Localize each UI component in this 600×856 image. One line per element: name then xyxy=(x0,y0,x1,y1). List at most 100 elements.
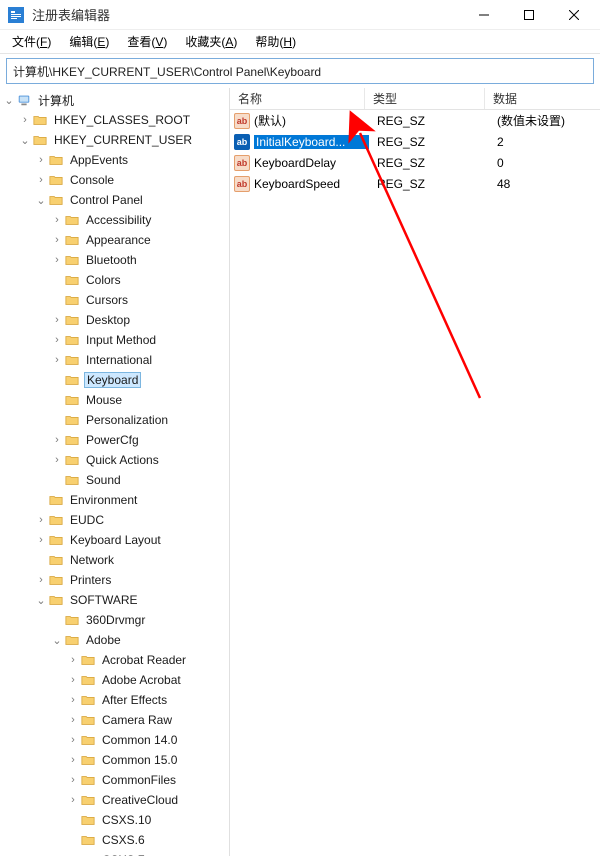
value-row[interactable]: ab(默认)REG_SZ(数值未设置) xyxy=(230,110,600,131)
tree-environment[interactable]: ›Environment xyxy=(34,490,229,510)
chevron-right-icon[interactable]: › xyxy=(34,174,48,186)
folder-icon xyxy=(32,132,48,148)
tree-label: Sound xyxy=(84,473,123,487)
tree-appearance[interactable]: ›Appearance xyxy=(50,230,229,250)
tree-creativecloud[interactable]: ›CreativeCloud xyxy=(66,790,229,810)
tree-acroreader[interactable]: ›Acrobat Reader xyxy=(66,650,229,670)
tree-label: Desktop xyxy=(84,313,132,327)
tree-label: International xyxy=(84,353,154,367)
chevron-right-icon[interactable]: › xyxy=(66,734,80,746)
tree-colors[interactable]: ›Colors xyxy=(50,270,229,290)
tree-printers[interactable]: ›Printers xyxy=(34,570,229,590)
menu-view[interactable]: 查看(V) xyxy=(121,31,173,52)
chevron-right-icon[interactable]: › xyxy=(66,694,80,706)
tree-adobe[interactable]: ⌄Adobe xyxy=(50,630,229,650)
tree-personalization[interactable]: ›Personalization xyxy=(50,410,229,430)
menu-file[interactable]: 文件(F) xyxy=(6,31,57,52)
chevron-right-icon[interactable]: › xyxy=(34,534,48,546)
main: ⌄ 计算机 › HKEY_CLASSES_ROOT ⌄ HKEY_CURRENT… xyxy=(0,88,600,856)
tree-hkcr[interactable]: › HKEY_CLASSES_ROOT xyxy=(18,110,229,130)
tree-sound[interactable]: ›Sound xyxy=(50,470,229,490)
column-name[interactable]: 名称 xyxy=(230,88,365,109)
tree-hkcu[interactable]: ⌄ HKEY_CURRENT_USER xyxy=(18,130,229,150)
chevron-right-icon[interactable]: › xyxy=(34,154,48,166)
tree-aftereffects[interactable]: ›After Effects xyxy=(66,690,229,710)
chevron-right-icon[interactable]: › xyxy=(66,794,80,806)
maximize-button[interactable] xyxy=(506,1,551,29)
tree-powercfg[interactable]: ›PowerCfg xyxy=(50,430,229,450)
tree-desktop[interactable]: › Desktop xyxy=(50,310,229,330)
string-value-icon: ab xyxy=(234,176,250,192)
chevron-right-icon[interactable]: › xyxy=(50,314,64,326)
folder-icon xyxy=(80,652,96,668)
tree-bluetooth[interactable]: › Bluetooth xyxy=(50,250,229,270)
chevron-down-icon[interactable]: ⌄ xyxy=(50,634,64,647)
tree-computer[interactable]: ⌄ 计算机 xyxy=(2,90,229,110)
chevron-right-icon[interactable]: › xyxy=(66,654,80,666)
tree-360drvmgr[interactable]: ›360Drvmgr xyxy=(50,610,229,630)
value-row[interactable]: abInitialKeyboard...REG_SZ2 xyxy=(230,131,600,152)
tree-common14[interactable]: ›Common 14.0 xyxy=(66,730,229,750)
chevron-right-icon[interactable]: › xyxy=(50,234,64,246)
chevron-right-icon[interactable]: › xyxy=(66,774,80,786)
tree-software[interactable]: ⌄SOFTWARE xyxy=(34,590,229,610)
close-button[interactable] xyxy=(551,1,596,29)
folder-icon xyxy=(80,692,96,708)
tree-keyboard[interactable]: ›Keyboard xyxy=(50,370,229,390)
value-row[interactable]: abKeyboardSpeedREG_SZ48 xyxy=(230,173,600,194)
chevron-right-icon[interactable]: › xyxy=(18,114,32,126)
tree-console[interactable]: ›Console xyxy=(34,170,229,190)
chevron-right-icon[interactable]: › xyxy=(34,574,48,586)
folder-icon xyxy=(64,412,80,428)
tree-mouse[interactable]: ›Mouse xyxy=(50,390,229,410)
chevron-right-icon[interactable]: › xyxy=(50,354,64,366)
chevron-down-icon[interactable]: ⌄ xyxy=(34,594,48,607)
tree-network[interactable]: ›Network xyxy=(34,550,229,570)
chevron-down-icon[interactable]: ⌄ xyxy=(34,194,48,207)
tree-eudc[interactable]: ›EUDC xyxy=(34,510,229,530)
value-data: (数值未设置) xyxy=(489,112,600,129)
value-data: 0 xyxy=(489,156,600,170)
value-row[interactable]: abKeyboardDelayREG_SZ0 xyxy=(230,152,600,173)
chevron-right-icon[interactable]: › xyxy=(34,514,48,526)
chevron-right-icon[interactable]: › xyxy=(50,254,64,266)
chevron-right-icon[interactable]: › xyxy=(66,674,80,686)
tree-label: Bluetooth xyxy=(84,253,139,267)
tree-quickactions[interactable]: ›Quick Actions xyxy=(50,450,229,470)
chevron-down-icon[interactable]: ⌄ xyxy=(2,94,16,107)
value-type: REG_SZ xyxy=(369,177,489,191)
menu-help[interactable]: 帮助(H) xyxy=(249,31,302,52)
chevron-right-icon[interactable]: › xyxy=(50,214,64,226)
tree-adobeacrobat[interactable]: ›Adobe Acrobat xyxy=(66,670,229,690)
menu-edit[interactable]: 编辑(E) xyxy=(63,31,115,52)
folder-icon xyxy=(64,452,80,468)
tree-cameraraw[interactable]: ›Camera Raw xyxy=(66,710,229,730)
chevron-down-icon[interactable]: ⌄ xyxy=(18,134,32,147)
tree-csxs7[interactable]: ›CSXS.7 xyxy=(66,850,229,856)
address-bar[interactable]: 计算机\HKEY_CURRENT_USER\Control Panel\Keyb… xyxy=(6,58,594,84)
chevron-right-icon[interactable]: › xyxy=(50,434,64,446)
tree-csxs10[interactable]: ›CSXS.10 xyxy=(66,810,229,830)
chevron-right-icon[interactable]: › xyxy=(50,334,64,346)
tree-kblayout[interactable]: ›Keyboard Layout xyxy=(34,530,229,550)
column-type[interactable]: 类型 xyxy=(365,88,485,109)
chevron-right-icon[interactable]: › xyxy=(50,454,64,466)
maximize-icon xyxy=(524,10,534,20)
tree-accessibility[interactable]: ›Accessibility xyxy=(50,210,229,230)
tree-pane[interactable]: ⌄ 计算机 › HKEY_CLASSES_ROOT ⌄ HKEY_CURRENT… xyxy=(0,88,230,856)
details-pane[interactable]: 名称 类型 数据 ab(默认)REG_SZ(数值未设置)abInitialKey… xyxy=(230,88,600,856)
tree-commonfiles[interactable]: ›CommonFiles xyxy=(66,770,229,790)
tree-common15[interactable]: ›Common 15.0 xyxy=(66,750,229,770)
chevron-right-icon[interactable]: › xyxy=(66,754,80,766)
chevron-right-icon[interactable]: › xyxy=(66,714,80,726)
column-data[interactable]: 数据 xyxy=(485,88,600,109)
folder-icon xyxy=(80,792,96,808)
tree-inputmethod[interactable]: ›Input Method xyxy=(50,330,229,350)
tree-controlpanel[interactable]: ⌄Control Panel xyxy=(34,190,229,210)
tree-csxs6[interactable]: ›CSXS.6 xyxy=(66,830,229,850)
tree-cursors[interactable]: ›Cursors xyxy=(50,290,229,310)
tree-international[interactable]: › International xyxy=(50,350,229,370)
minimize-button[interactable] xyxy=(461,1,506,29)
tree-appevents[interactable]: ›AppEvents xyxy=(34,150,229,170)
menu-favorites[interactable]: 收藏夹(A) xyxy=(179,31,243,52)
